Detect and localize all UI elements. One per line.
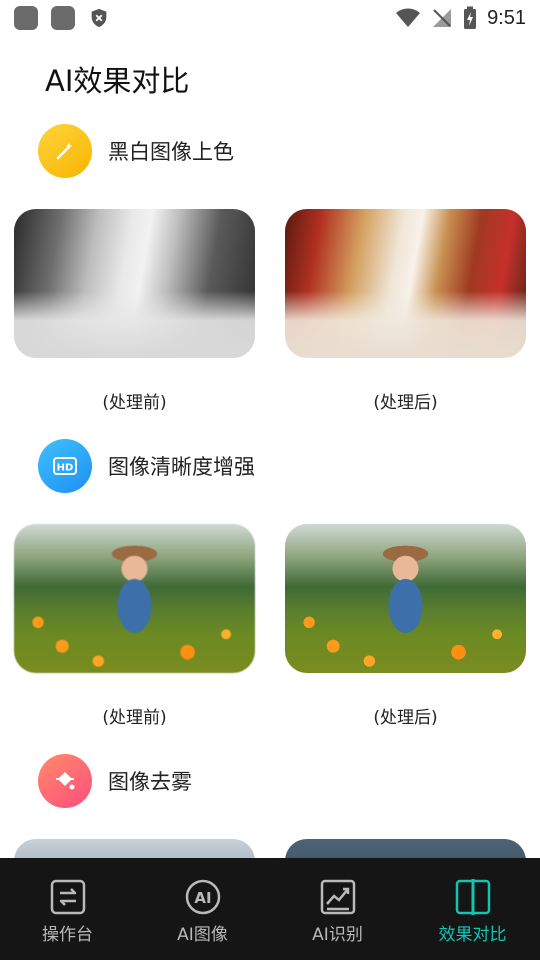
- svg-text:AI: AI: [194, 889, 211, 907]
- ai-image-icon: AI: [185, 879, 220, 915]
- bottom-nav: 操作台 AI AI图像 AI识别 效果对比: [0, 858, 540, 960]
- shield-icon: [91, 8, 107, 28]
- nav-label: 操作台: [42, 925, 93, 945]
- status-time: 9:51: [487, 6, 526, 29]
- nav-label: AI识别: [312, 925, 363, 945]
- console-icon: [50, 879, 85, 915]
- nav-item-ai-recognition[interactable]: AI识别: [270, 858, 405, 960]
- caption-before: (处理前): [102, 393, 167, 413]
- status-bar: 9:51: [0, 0, 540, 36]
- caption-after: (处理后): [373, 708, 438, 728]
- section-title: 图像清晰度增强: [108, 455, 255, 479]
- notification-icon: [51, 6, 75, 30]
- notification-icon: [14, 6, 38, 30]
- after-image-colorize[interactable]: [285, 209, 526, 358]
- svg-text:HD: HD: [57, 463, 74, 474]
- nav-label: AI图像: [177, 925, 228, 945]
- page-title: AI效果对比: [45, 64, 190, 98]
- no-signal-icon: [433, 9, 452, 27]
- nav-item-compare[interactable]: 效果对比: [405, 858, 540, 960]
- section-header-enhance: HD 图像清晰度增强: [38, 439, 255, 493]
- nav-label: 效果对比: [438, 925, 507, 945]
- chart-trend-icon: [320, 879, 355, 915]
- nav-item-ai-image[interactable]: AI AI图像: [135, 858, 270, 960]
- wifi-icon: [396, 8, 421, 27]
- caption-after: (处理后): [373, 393, 438, 413]
- caption-before: (处理前): [102, 708, 167, 728]
- section-title: 黑白图像上色: [108, 140, 234, 164]
- compare-icon: [455, 879, 490, 915]
- section-title: 图像去雾: [108, 770, 192, 794]
- magic-wand-icon: [38, 124, 92, 178]
- section-header-colorize: 黑白图像上色: [38, 124, 234, 178]
- section-header-dehaze: 图像去雾: [38, 754, 192, 808]
- battery-charging-icon: [464, 6, 477, 29]
- before-image-colorize[interactable]: [14, 209, 255, 358]
- hd-icon: HD: [38, 439, 92, 493]
- before-image-enhance[interactable]: [14, 524, 255, 673]
- nav-item-console[interactable]: 操作台: [0, 858, 135, 960]
- after-image-enhance[interactable]: [285, 524, 526, 673]
- paint-bucket-icon: [38, 754, 92, 808]
